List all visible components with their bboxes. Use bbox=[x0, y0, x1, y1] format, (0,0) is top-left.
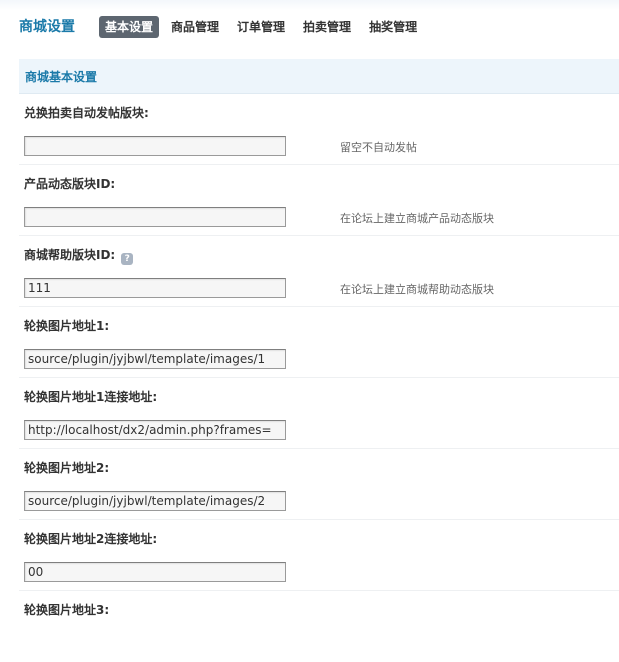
question-icon[interactable]: ? bbox=[121, 253, 134, 265]
tab-order-management[interactable]: 订单管理 bbox=[231, 16, 291, 38]
setting-label: 轮换图片地址1: bbox=[24, 319, 110, 333]
setting-row-product-dynamic-board: 产品动态版块ID: 在论坛上建立商城产品动态版块 bbox=[19, 165, 619, 236]
setting-label: 轮换图片地址2连接地址: bbox=[24, 532, 158, 546]
setting-row-slide-image-2: 轮换图片地址2: bbox=[19, 449, 619, 520]
setting-row-help-board: 商城帮助版块ID:? 在论坛上建立商城帮助动态版块 bbox=[19, 236, 619, 307]
tab-auction-management[interactable]: 拍卖管理 bbox=[297, 16, 357, 38]
slide-image-2-input[interactable] bbox=[24, 491, 286, 511]
setting-label-wrap: 商城帮助版块ID:? bbox=[24, 246, 134, 265]
setting-label: 轮换图片地址3: bbox=[24, 603, 110, 617]
section-header: 商城基本设置 bbox=[19, 59, 619, 94]
setting-label: 轮换图片地址1连接地址: bbox=[24, 390, 158, 404]
tab-bar: 基本设置 商品管理 订单管理 拍卖管理 抽奖管理 bbox=[99, 16, 423, 38]
slide-image-1-input[interactable] bbox=[24, 349, 286, 369]
page-title: 商城设置 bbox=[19, 19, 75, 35]
setting-hint: 在论坛上建立商城产品动态版块 bbox=[340, 212, 494, 225]
tab-product-management[interactable]: 商品管理 bbox=[165, 16, 225, 38]
setting-row-auto-post-board: 兑换拍卖自动发帖版块: 留空不自动发帖 bbox=[19, 94, 619, 165]
tab-basic-settings[interactable]: 基本设置 bbox=[99, 16, 160, 38]
setting-label: 兑换拍卖自动发帖版块: bbox=[24, 106, 149, 120]
slide-image-2-link-input[interactable] bbox=[24, 562, 286, 582]
auto-post-board-input[interactable] bbox=[24, 136, 286, 156]
setting-hint: 留空不自动发帖 bbox=[340, 141, 417, 154]
setting-row-slide-image-1: 轮换图片地址1: bbox=[19, 307, 619, 378]
setting-label: 产品动态版块ID: bbox=[24, 177, 116, 191]
setting-label: 商城帮助版块ID: bbox=[24, 248, 116, 262]
top-navigation-bar: 商城设置 基本设置 商品管理 订单管理 拍卖管理 抽奖管理 bbox=[0, 0, 619, 52]
section-title: 商城基本设置 bbox=[25, 70, 98, 84]
slide-image-1-link-input[interactable] bbox=[24, 420, 286, 440]
setting-label: 轮换图片地址2: bbox=[24, 461, 110, 475]
setting-row-slide-image-1-link: 轮换图片地址1连接地址: bbox=[19, 378, 619, 449]
tab-lottery-management[interactable]: 抽奖管理 bbox=[363, 16, 423, 38]
setting-hint: 在论坛上建立商城帮助动态版块 bbox=[340, 283, 494, 296]
setting-row-slide-image-2-link: 轮换图片地址2连接地址: bbox=[19, 520, 619, 591]
help-board-input[interactable] bbox=[24, 278, 286, 298]
product-dynamic-board-input[interactable] bbox=[24, 207, 286, 227]
setting-row-slide-image-3: 轮换图片地址3: bbox=[19, 591, 619, 662]
